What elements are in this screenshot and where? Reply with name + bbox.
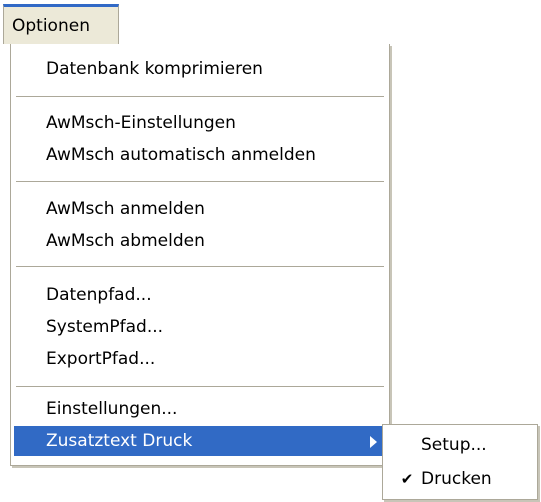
menu-item-label: Einstellungen... <box>46 399 178 419</box>
menu-item-label: AwMsch abmelden <box>46 231 205 251</box>
menu-optionen[interactable]: Optionen <box>3 4 119 44</box>
zusatztext-druck-submenu: Setup... ✔ Drucken <box>382 424 538 500</box>
submenu-arrow-icon <box>370 436 377 448</box>
menu-optionen-label: Optionen <box>12 16 90 36</box>
menu-separator <box>16 181 384 182</box>
menu-item-label: Datenpfad... <box>46 285 152 305</box>
menu-item-awmsch-einstellungen[interactable]: AwMsch-Einstellungen <box>14 108 386 138</box>
menu-item-zusatztext-druck[interactable]: Zusatztext Druck <box>14 426 386 456</box>
menu-separator <box>16 266 384 267</box>
menu-item-label: Drucken <box>421 469 492 489</box>
menu-item-label: AwMsch-Einstellungen <box>46 113 236 133</box>
menu-item-label: Zusatztext Druck <box>46 431 193 451</box>
menu-item-label: SystemPfad... <box>46 317 164 337</box>
menu-separator <box>16 96 384 97</box>
menu-item-einstellungen[interactable]: Einstellungen... <box>14 394 386 424</box>
menu-item-awmsch-abmelden[interactable]: AwMsch abmelden <box>14 226 386 256</box>
menu-item-label: AwMsch anmelden <box>46 199 205 219</box>
menu-item-awmsch-anmelden[interactable]: AwMsch anmelden <box>14 194 386 224</box>
menu-item-datenbank-komprimieren[interactable]: Datenbank komprimieren <box>14 54 386 84</box>
menu-item-exportpfad[interactable]: ExportPfad... <box>14 344 386 374</box>
menu-item-awmsch-automatisch-anmelden[interactable]: AwMsch automatisch anmelden <box>14 140 386 170</box>
menu-item-label: AwMsch automatisch anmelden <box>46 145 316 165</box>
submenu-item-setup[interactable]: Setup... <box>385 429 535 461</box>
menu-item-label: Datenbank komprimieren <box>46 59 263 79</box>
optionen-dropdown-menu: Datenbank komprimieren AwMsch-Einstellun… <box>10 44 390 466</box>
menu-item-datenpfad[interactable]: Datenpfad... <box>14 280 386 310</box>
checkmark-icon: ✔ <box>400 470 414 488</box>
submenu-item-drucken[interactable]: ✔ Drucken <box>385 463 535 495</box>
menu-item-systempfad[interactable]: SystemPfad... <box>14 312 386 342</box>
menu-item-label: Setup... <box>421 435 487 455</box>
menu-item-label: ExportPfad... <box>46 349 156 369</box>
menu-separator <box>16 386 384 387</box>
